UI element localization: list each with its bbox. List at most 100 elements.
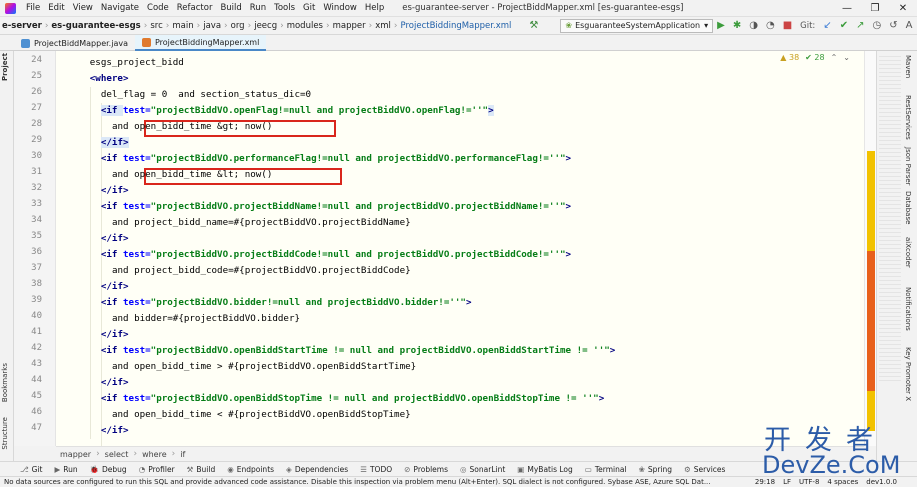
menu-edit[interactable]: Edit	[44, 3, 68, 13]
nav-crumb-org[interactable]: org	[229, 21, 247, 31]
nav-crumb-module[interactable]: es-guarantee-esgs	[49, 21, 142, 31]
line-number[interactable]: 25	[14, 71, 42, 81]
code-line[interactable]: </if>	[101, 231, 129, 247]
line-number[interactable]: 27	[14, 103, 42, 113]
line-number[interactable]: 44	[14, 375, 42, 385]
status-message[interactable]: No data sources are configured to run th…	[0, 478, 755, 486]
menu-help[interactable]: Help	[361, 3, 388, 13]
nav-crumb-mapper[interactable]: mapper	[331, 21, 368, 31]
code-line[interactable]: <where>	[90, 71, 129, 87]
nav-crumb-xml[interactable]: xml	[373, 21, 393, 31]
tab-projectbiddmapper-java[interactable]: ProjectBiddMapper.java	[14, 35, 135, 51]
tab-projectbiddingmapper-xml[interactable]: ProjectBiddingMapper.xml	[134, 35, 267, 51]
code-line[interactable]: <if test="projectBiddVO.openBiddStopTime…	[101, 391, 604, 407]
code-line[interactable]: </if>	[101, 327, 129, 343]
line-number[interactable]: 39	[14, 295, 42, 305]
crumb-select[interactable]: select	[105, 450, 129, 459]
history-icon[interactable]: ◷	[868, 20, 885, 31]
line-number[interactable]: 31	[14, 167, 42, 177]
tool-window-dependencies[interactable]: ◈ Dependencies	[280, 465, 354, 474]
debug-icon[interactable]: ✱	[729, 20, 745, 31]
code-line[interactable]: <if test="projectBiddVO.openFlag!=null a…	[100, 103, 494, 119]
menu-view[interactable]: View	[69, 3, 97, 13]
code-line[interactable]: </if>	[100, 135, 129, 151]
crumb-where[interactable]: where	[142, 450, 167, 459]
nav-crumb-project[interactable]: e-server	[0, 21, 44, 31]
run-configuration-select[interactable]: ❀ EsguaranteeSystemApplication ▾	[560, 18, 714, 33]
line-number[interactable]: 29	[14, 135, 42, 145]
tool-window-spring[interactable]: ❀ Spring	[633, 465, 679, 474]
code-line[interactable]: <if test="projectBiddVO.performanceFlag!…	[101, 151, 571, 167]
code-line[interactable]: and project_bidd_name=#{projectBiddVO.pr…	[112, 215, 411, 231]
menu-tools[interactable]: Tools	[270, 3, 299, 13]
nav-crumb-src[interactable]: src	[148, 21, 164, 31]
restservices-tool-button[interactable]: RestServices	[904, 95, 912, 140]
line-number[interactable]: 24	[14, 55, 42, 65]
line-number[interactable]: 34	[14, 215, 42, 225]
rollback-icon[interactable]: ↺	[885, 20, 901, 31]
close-icon[interactable]: ✕	[889, 3, 917, 14]
code-line[interactable]: </if>	[101, 423, 129, 439]
line-number[interactable]: 47	[14, 423, 42, 433]
project-tool-button[interactable]: Project	[1, 53, 9, 81]
nav-crumb-file[interactable]: ProjectBiddingMapper.xml	[399, 21, 514, 31]
code-line[interactable]: </if>	[101, 183, 129, 199]
inspection-widget[interactable]: ▲ 38 ✔ 28 ⌃ ⌄	[780, 53, 850, 62]
json-parser-tool-button[interactable]: Json Parser	[904, 147, 912, 186]
line-number[interactable]: 32	[14, 183, 42, 193]
line-number[interactable]: 41	[14, 327, 42, 337]
tool-window-run[interactable]: ▶ Run	[49, 465, 84, 474]
git-update-icon[interactable]: ↙	[819, 20, 835, 31]
run-icon[interactable]: ▶	[713, 20, 729, 31]
code-line[interactable]: <if test="projectBiddVO.bidder!=null and…	[101, 295, 472, 311]
error-stripe[interactable]	[864, 51, 876, 446]
tool-window-terminal[interactable]: ▭ Terminal	[579, 465, 633, 474]
code-line[interactable]: and open_bidd_time &gt; now()	[112, 119, 272, 135]
code-editor[interactable]: ▲ 38 ✔ 28 ⌃ ⌄ esgs_project_bidd <where> de…	[56, 51, 864, 446]
tool-window-endpoints[interactable]: ◉ Endpoints	[221, 465, 280, 474]
menu-navigate[interactable]: Navigate	[97, 3, 143, 13]
code-line[interactable]: </if>	[101, 279, 129, 295]
tool-window-todo[interactable]: ☰ TODO	[354, 465, 398, 474]
next-highlight-icon[interactable]: ⌄	[843, 53, 850, 62]
tool-window-sonarlint[interactable]: ◎ SonarLint	[454, 465, 511, 474]
stop-icon[interactable]: ■	[779, 20, 796, 31]
line-number[interactable]: 38	[14, 279, 42, 289]
line-number[interactable]: 40	[14, 311, 42, 321]
menu-build[interactable]: Build	[216, 3, 245, 13]
database-tool-button[interactable]: Database	[904, 191, 912, 224]
line-number[interactable]: 43	[14, 359, 42, 369]
maximize-icon[interactable]: ❐	[861, 3, 889, 14]
code-line[interactable]: and open_bidd_time &lt; now()	[112, 167, 272, 183]
line-number[interactable]: 37	[14, 263, 42, 273]
nav-crumb-main[interactable]: main	[170, 21, 195, 31]
code-line[interactable]: and open_bidd_time < #{projectBiddVO.ope…	[112, 407, 411, 423]
code-line[interactable]: </if>	[101, 375, 129, 391]
code-line[interactable]: and project_bidd_code=#{projectBiddVO.pr…	[112, 263, 411, 279]
menu-file[interactable]: File	[22, 3, 44, 13]
nav-crumb-jeecg[interactable]: jeecg	[252, 21, 279, 31]
crumb-mapper[interactable]: mapper	[60, 450, 91, 459]
code-line[interactable]: esgs_project_bidd	[90, 55, 184, 71]
tool-window-services[interactable]: ⚙ Services	[678, 465, 731, 474]
line-number[interactable]: 45	[14, 391, 42, 401]
line-number[interactable]: 26	[14, 87, 42, 97]
line-number[interactable]: 42	[14, 343, 42, 353]
menu-code[interactable]: Code	[143, 3, 173, 13]
hammer-icon[interactable]: ⚒	[525, 20, 542, 31]
structure-tool-button[interactable]: Structure	[1, 417, 9, 450]
git-push-icon[interactable]: ↗	[852, 20, 868, 31]
menu-refactor[interactable]: Refactor	[173, 3, 217, 13]
git-commit-icon[interactable]: ✔	[836, 20, 852, 31]
tool-window-profiler[interactable]: ◔ Profiler	[133, 465, 181, 474]
code-line[interactable]: del_flag = 0 and section_status_dic=0	[101, 87, 311, 103]
menu-run[interactable]: Run	[246, 3, 270, 13]
coverage-icon[interactable]: ◑	[745, 20, 762, 31]
nav-crumb-java[interactable]: java	[201, 21, 223, 31]
code-line[interactable]: and bidder=#{projectBiddVO.bidder}	[112, 311, 300, 327]
weak-warnings-count[interactable]: ✔ 28	[805, 53, 824, 62]
notifications-tool-button[interactable]: Notifications	[904, 287, 912, 331]
tool-window-debug[interactable]: 🐞 Debug	[84, 465, 133, 474]
crumb-if[interactable]: if	[180, 450, 185, 459]
nav-crumb-modules[interactable]: modules	[285, 21, 325, 31]
